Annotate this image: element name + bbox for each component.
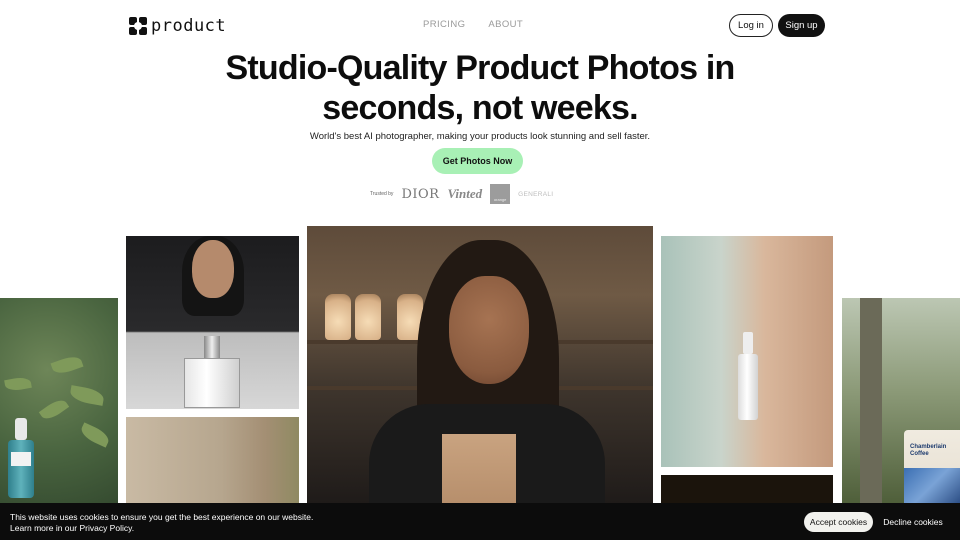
accept-cookies-button[interactable]: Accept cookies [804, 512, 873, 532]
top-nav: PRICING ABOUT [423, 19, 523, 30]
get-photos-button[interactable]: Get Photos Now [432, 148, 523, 174]
gallery-image-beige [126, 417, 299, 503]
trusted-by-label: Trusted by [370, 191, 394, 197]
privacy-policy-link[interactable]: Learn more in our Privacy Policy. [10, 523, 313, 534]
dior-logo: DIOR [401, 186, 440, 202]
landing-page: product PRICING ABOUT Log in Sign up Stu… [0, 0, 960, 540]
serum-bottle [8, 418, 34, 498]
vinted-logo: Vinted [447, 186, 483, 201]
orange-logo: orange [490, 184, 511, 204]
hero-subtitle: World's best AI photographer, making you… [309, 131, 651, 142]
gallery-image-dark [661, 475, 833, 503]
login-button[interactable]: Log in [729, 14, 773, 37]
hero-title-line-1: Studio-Quality Product Photos in [225, 49, 736, 87]
nav-about-link[interactable]: ABOUT [488, 19, 523, 30]
cookie-message-line-1: This website uses cookies to ensure you … [10, 512, 314, 522]
signup-button[interactable]: Sign up [778, 14, 825, 37]
product-logo[interactable]: product [129, 16, 226, 36]
gallery-image-coffee: Chamberlain Coffee [842, 298, 960, 503]
decline-cookies-button[interactable]: Decline cookies [880, 512, 946, 532]
logo-mark-icon [129, 17, 147, 35]
nav-pricing-link[interactable]: PRICING [423, 19, 465, 30]
cookie-message: This website uses cookies to ensure you … [10, 512, 313, 534]
portrait-face [449, 276, 529, 384]
perfume-bottle [184, 358, 240, 408]
logo-text: product [151, 16, 227, 36]
product-bag [442, 434, 516, 503]
coffee-bag: Chamberlain Coffee [904, 430, 960, 503]
trusted-by-logos: Trusted by DIOR Vinted orange GENERALI [370, 183, 553, 205]
gallery-image-perfume [126, 236, 299, 409]
gallery-image-lotion [661, 236, 833, 467]
generali-logo: GENERALI [518, 190, 554, 198]
lotion-bottle [738, 332, 758, 420]
hero-title-line-2: seconds, not weeks. [322, 89, 638, 127]
hero-title: Studio-Quality Product Photos in seconds… [0, 48, 960, 128]
gallery-image-serum [0, 298, 118, 503]
gallery-image-portrait [307, 226, 653, 503]
